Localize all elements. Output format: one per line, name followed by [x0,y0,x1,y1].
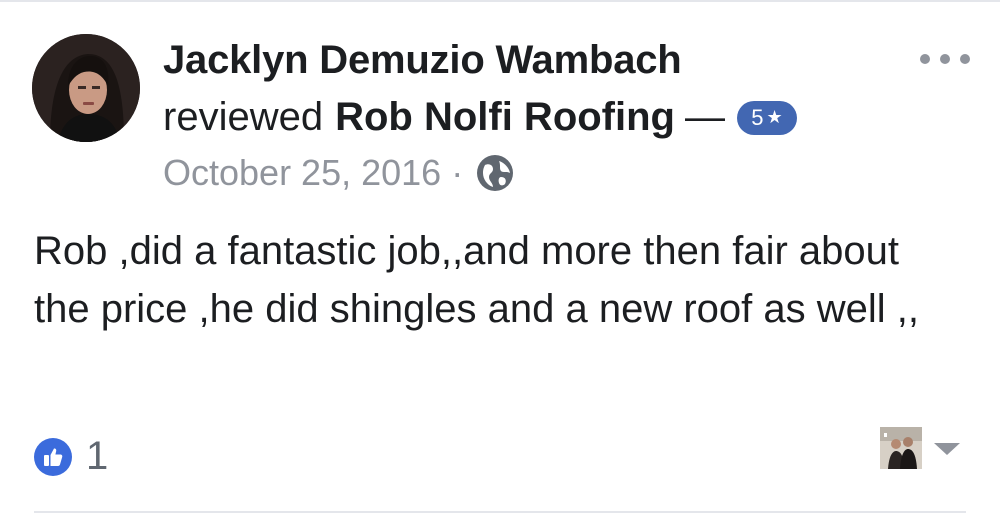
post-date[interactable]: October 25, 2016 [163,152,441,194]
ellipsis-icon [960,54,970,64]
ellipsis-icon [940,54,950,64]
post-meta: October 25, 2016 · [163,152,515,194]
author-name[interactable]: Jacklyn Demuzio Wambach [163,38,682,83]
ellipsis-icon [920,54,930,64]
author-avatar[interactable] [32,34,140,142]
more-options-button[interactable] [920,48,970,70]
reactions-summary[interactable]: 1 [34,434,108,479]
like-count: 1 [86,434,109,478]
rating-badge: 5 ★ [736,100,797,135]
globe-icon[interactable] [475,153,515,193]
date-separator: · [451,152,464,193]
bottom-divider [34,511,966,513]
commenter-avatar[interactable] [880,427,922,469]
review-post: Jacklyn Demuzio Wambach reviewed Rob Nol… [0,0,1000,528]
page-name-link[interactable]: Rob Nolfi Roofing [335,95,675,140]
review-headline: reviewed Rob Nolfi Roofing — 5 ★ [163,95,797,140]
chevron-down-icon[interactable] [934,443,960,455]
review-action-text: reviewed [163,95,324,139]
star-icon: ★ [766,107,783,127]
review-body: Rob ,did a fantastic job,,and more then … [34,229,919,331]
headline-separator: — [684,95,725,139]
rating-value: 5 [751,104,764,130]
thumbs-up-icon [34,437,72,476]
top-divider [0,0,1000,2]
